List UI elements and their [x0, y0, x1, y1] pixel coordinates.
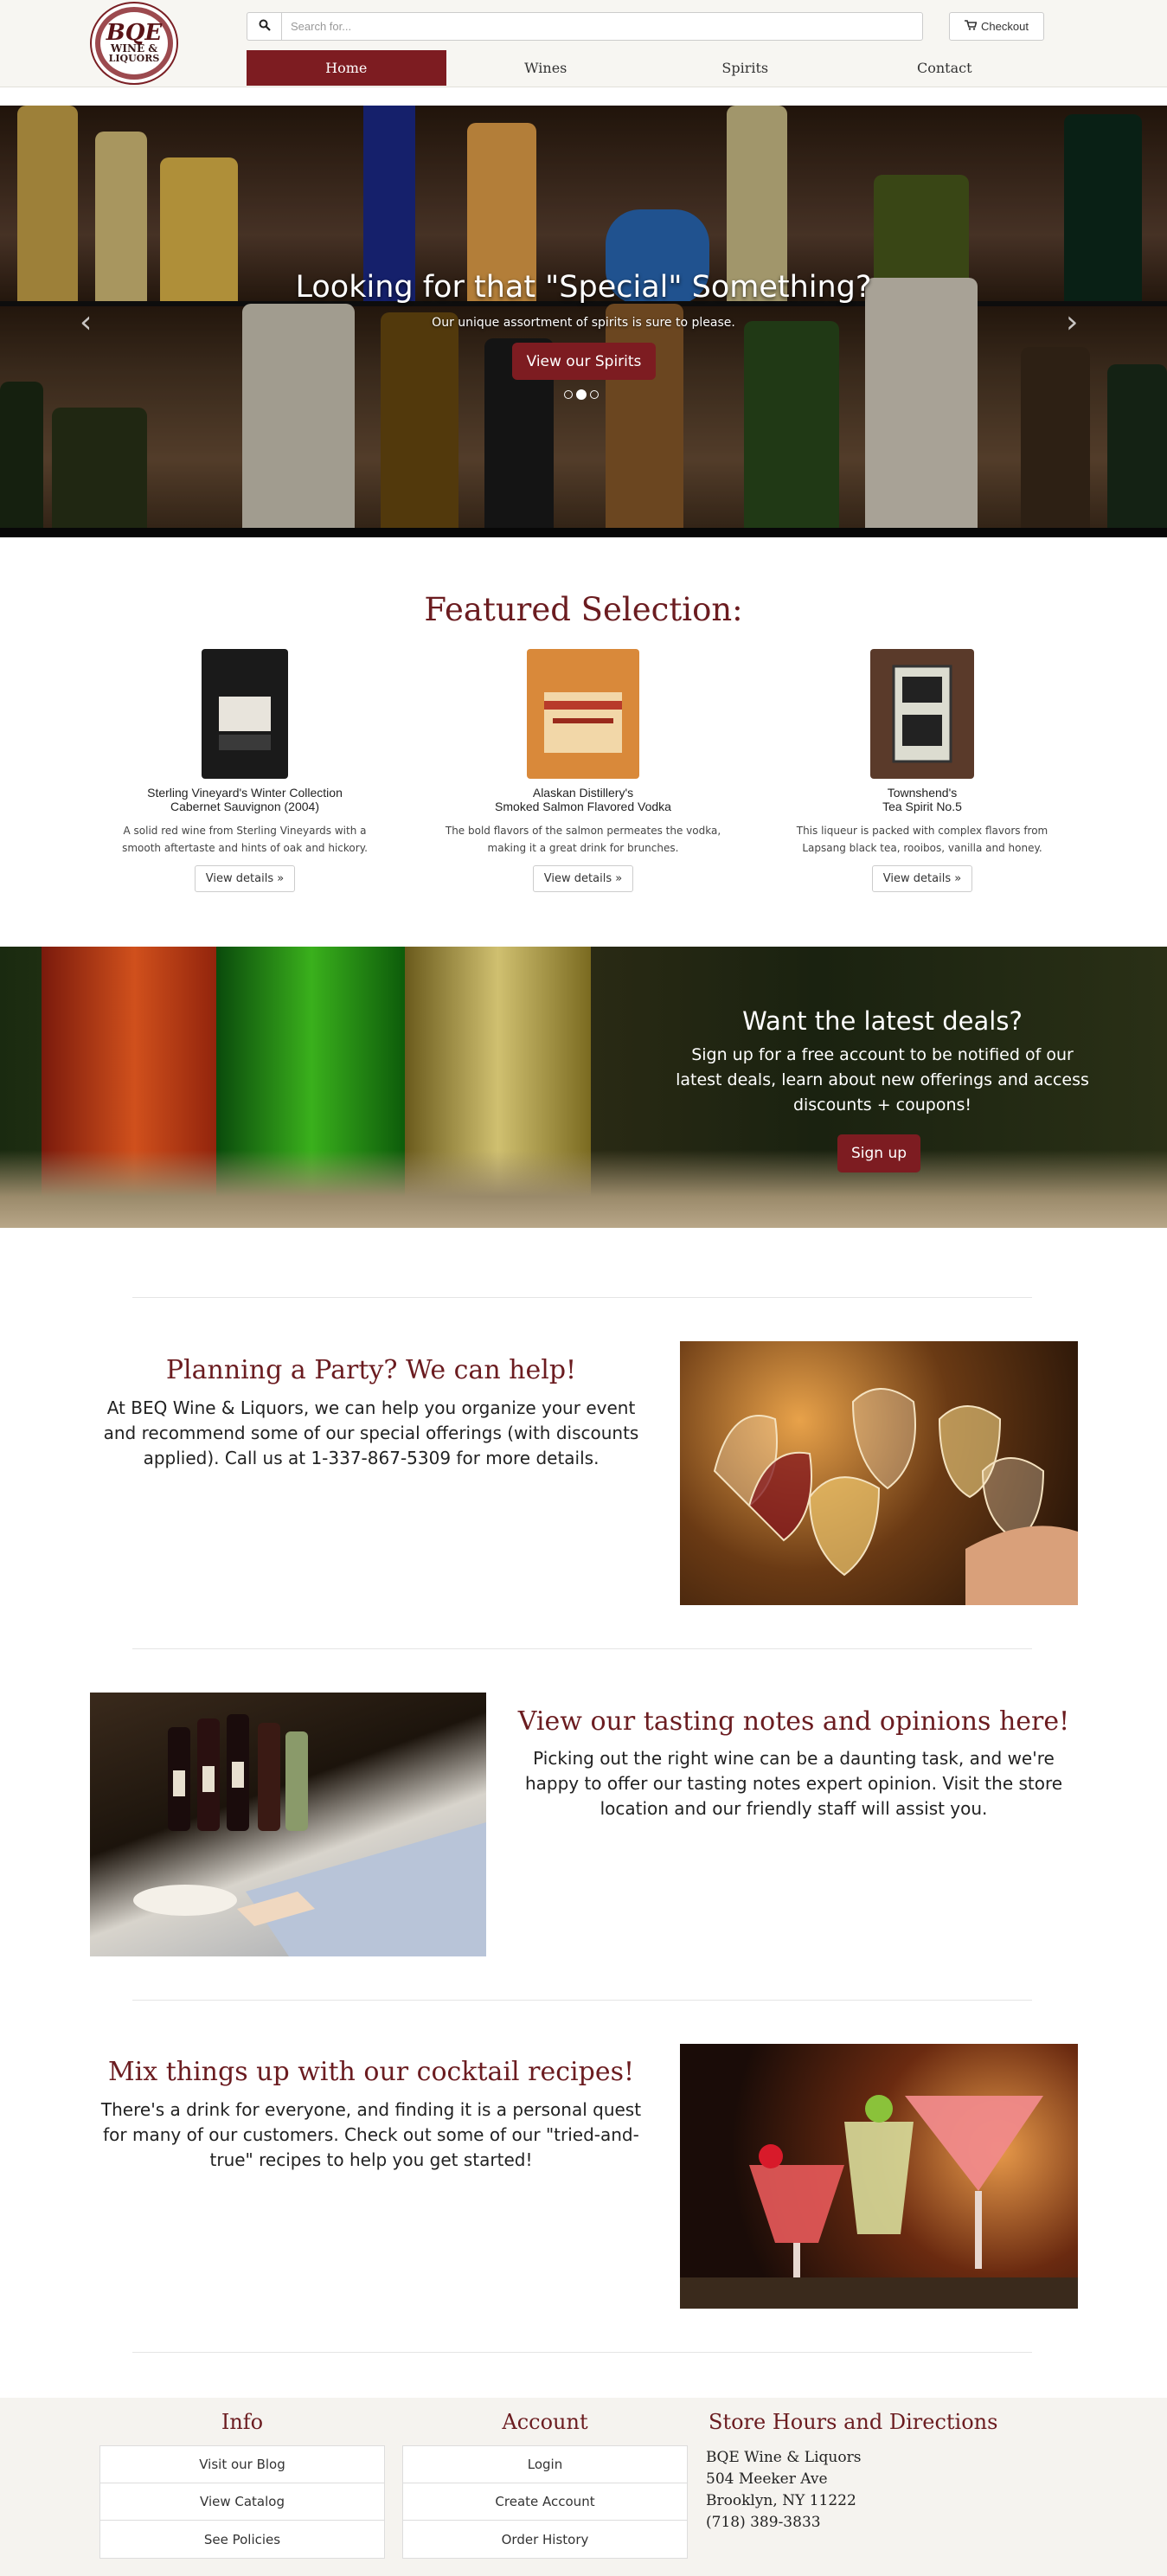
- carousel-dot-2[interactable]: [576, 389, 587, 400]
- footer-store-title: Store Hours and Directions: [709, 2410, 998, 2434]
- checkout-button[interactable]: Checkout: [949, 12, 1044, 41]
- store-phone[interactable]: (718) 389-3833: [706, 2512, 861, 2534]
- product-name-line: Cabernet Sauvignon (2004): [170, 800, 319, 813]
- product-card: Alaskan Distillery's Smoked Salmon Flavo…: [445, 649, 721, 892]
- footer-account-list: Login Create Account Order History: [402, 2445, 688, 2559]
- main-nav: Home Wines Spirits Contact: [247, 50, 1044, 86]
- product-image-sterling[interactable]: [202, 649, 288, 779]
- cocktail-title: Mix things up with our cocktail recipes!: [107, 2057, 635, 2087]
- product-name: Sterling Vineyard's Winter Collection Ca…: [106, 786, 383, 813]
- search-icon: [259, 18, 271, 35]
- tasting-text: Picking out the right wine can be a daun…: [524, 1748, 1063, 1819]
- deals-text: Sign up for a free account to be notifie…: [676, 1045, 1089, 1115]
- product-image-townshend[interactable]: [870, 649, 974, 779]
- tasting-title: View our tasting notes and opinions here…: [517, 1706, 1070, 1737]
- product-name-line: Sterling Vineyard's Winter Collection: [147, 786, 343, 800]
- footer-account-title: Account: [502, 2410, 588, 2434]
- footer-info-list: Visit our Blog View Catalog See Policies: [99, 2445, 385, 2559]
- product-description: A solid red wine from Sterling Vineyards…: [122, 825, 368, 854]
- logo-text-bqe: BQE: [106, 20, 163, 46]
- product-description: This liqueur is packed with complex flav…: [796, 825, 1048, 854]
- carousel-dot-1[interactable]: [564, 390, 573, 399]
- tasting-photo: [90, 1693, 486, 1956]
- product-name: Alaskan Distillery's Smoked Salmon Flavo…: [445, 786, 721, 813]
- nav-contact[interactable]: Contact: [845, 50, 1045, 86]
- product-name-line: Tea Spirit No.5: [882, 800, 962, 813]
- carousel-indicators: [564, 389, 599, 400]
- party-photo: [680, 1341, 1078, 1605]
- divider: [132, 2000, 1032, 2001]
- deals-title: Want the latest deals?: [742, 1006, 1023, 1036]
- product-card: Sterling Vineyard's Winter Collection Ca…: [106, 649, 383, 892]
- footer-link-order-history[interactable]: Order History: [403, 2521, 687, 2558]
- store-name: BQE Wine & Liquors: [706, 2449, 862, 2466]
- product-name-line: Alaskan Distillery's: [532, 786, 634, 800]
- product-image-alaskan[interactable]: [527, 649, 639, 779]
- checkout-label: Checkout: [981, 20, 1029, 33]
- hero-title: Looking for that "Special" Something?: [295, 270, 872, 305]
- sign-up-button[interactable]: Sign up: [837, 1134, 920, 1172]
- divider: [132, 1297, 1032, 1298]
- view-details-button[interactable]: View details »: [194, 865, 296, 892]
- hero-subtitle: Our unique assortment of spirits is sure…: [432, 316, 735, 330]
- store-address: BQE Wine & Liquors 504 Meeker Ave Brookl…: [706, 2447, 861, 2534]
- cocktail-photo: [680, 2044, 1078, 2309]
- product-name: Townshend's Tea Spirit No.5: [784, 786, 1061, 813]
- product-name-line: Townshend's: [887, 786, 958, 800]
- store-city: Brooklyn, NY 11222: [706, 2492, 856, 2509]
- search-button[interactable]: [247, 12, 281, 41]
- view-spirits-button[interactable]: View our Spirits: [512, 343, 656, 380]
- featured-title: Featured Selection:: [424, 591, 743, 628]
- view-details-button[interactable]: View details »: [532, 865, 634, 892]
- product-card: Townshend's Tea Spirit No.5 This liqueur…: [784, 649, 1061, 892]
- logo-text-liquors: LIQUORS: [108, 53, 160, 64]
- party-title: Planning a Party? We can help!: [165, 1355, 577, 1385]
- store-street: 504 Meeker Ave: [706, 2470, 828, 2488]
- footer-link-create-account[interactable]: Create Account: [403, 2483, 687, 2521]
- nav-spirits[interactable]: Spirits: [645, 50, 845, 86]
- cart-icon: [965, 20, 978, 33]
- footer-link-policies[interactable]: See Policies: [100, 2521, 384, 2558]
- product-name-line: Smoked Salmon Flavored Vodka: [495, 800, 671, 813]
- nav-home[interactable]: Home: [247, 50, 446, 86]
- footer-link-catalog[interactable]: View Catalog: [100, 2483, 384, 2521]
- footer-info-title: Info: [221, 2410, 264, 2434]
- site-header: BQE WINE & LIQUORS Checkout Home Wines S…: [0, 0, 1167, 87]
- carousel-dot-3[interactable]: [590, 390, 599, 399]
- divider: [132, 1648, 1032, 1649]
- view-details-button[interactable]: View details »: [871, 865, 973, 892]
- product-description: The bold flavors of the salmon permeates…: [445, 825, 721, 854]
- party-text: At BEQ Wine & Liquors, we can help you o…: [103, 1397, 639, 1468]
- store-logo[interactable]: BQE WINE & LIQUORS: [90, 2, 178, 85]
- divider: [132, 2352, 1032, 2353]
- deals-floor: [0, 1150, 1167, 1228]
- footer-link-login[interactable]: Login: [403, 2446, 687, 2483]
- cocktail-text: There's a drink for everyone, and findin…: [100, 2099, 642, 2170]
- nav-wines[interactable]: Wines: [446, 50, 646, 86]
- search-input[interactable]: [281, 12, 923, 41]
- footer-link-blog[interactable]: Visit our Blog: [100, 2446, 384, 2483]
